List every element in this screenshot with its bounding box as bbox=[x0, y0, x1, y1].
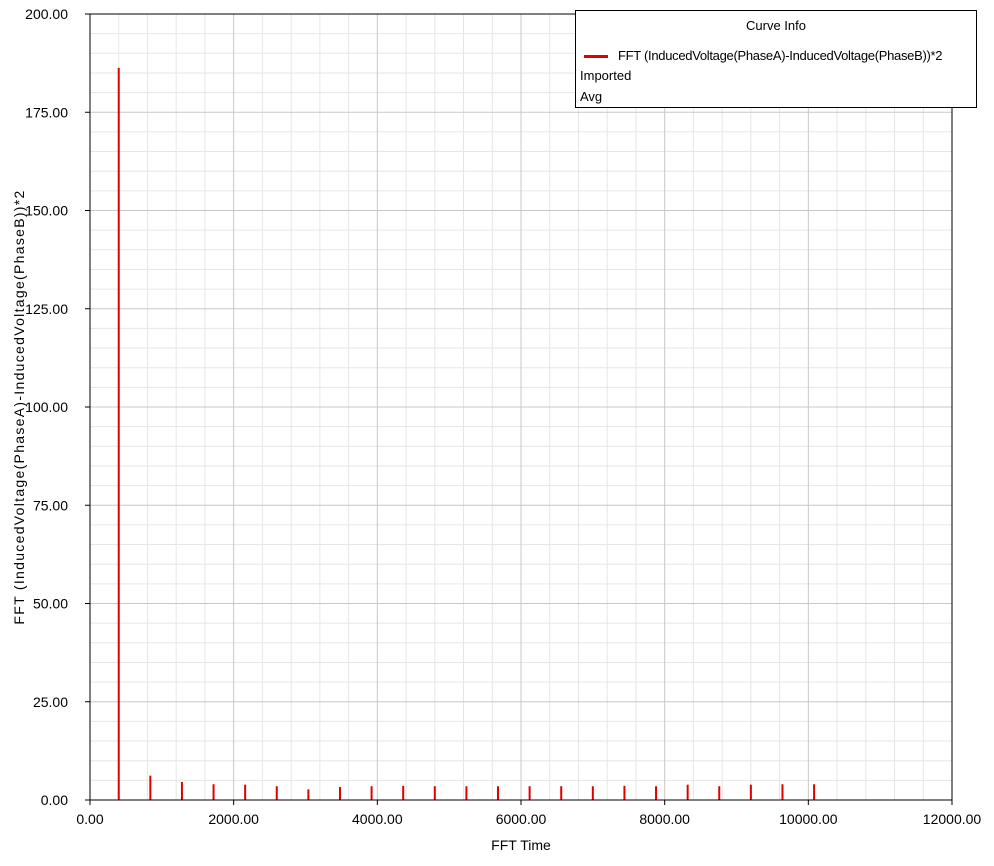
legend-stat-text: Avg bbox=[580, 89, 603, 104]
x-tick-label: 10000.00 bbox=[779, 811, 838, 827]
y-tick-labels: 0.00 25.00 50.00 75.00 100.00 125.00 150.00 175… bbox=[25, 6, 68, 808]
legend-source-text: Imported bbox=[580, 68, 632, 83]
x-tick-label: 8000.00 bbox=[639, 811, 690, 827]
x-axis-label: FFT Time bbox=[491, 837, 551, 853]
chart-root: 0.00 2000.00 4000.00 6000.00 8000.00 10000.00… bbox=[0, 0, 994, 861]
legend-series-name: FFT (InducedVoltage(PhaseA)-InducedVolta… bbox=[618, 48, 943, 63]
x-tick-label: 4000.00 bbox=[352, 811, 403, 827]
y-tick-label: 75.00 bbox=[33, 497, 68, 513]
y-tick-label: 100.00 bbox=[25, 399, 68, 415]
legend-title: Curve Info bbox=[746, 18, 806, 33]
legend-series-swatch bbox=[584, 55, 608, 58]
x-tick-label: 12000.00 bbox=[923, 811, 982, 827]
y-axis-label: FFT (InducedVoltage(PhaseA)-InducedVolta… bbox=[11, 189, 27, 624]
y-tick-label: 25.00 bbox=[33, 694, 68, 710]
x-tick-label: 6000.00 bbox=[496, 811, 547, 827]
fft-chart: 0.00 2000.00 4000.00 6000.00 8000.00 10000.00… bbox=[11, 6, 981, 853]
legend-series-row[interactable]: FFT (InducedVoltage(PhaseA)-InducedVolta… bbox=[576, 47, 976, 65]
x-tick-labels: 0.00 2000.00 4000.00 6000.00 8000.00 10000.00… bbox=[76, 811, 981, 827]
y-tick-label: 0.00 bbox=[41, 792, 68, 808]
y-tick-label: 175.00 bbox=[25, 104, 68, 120]
y-tick-label: 125.00 bbox=[25, 301, 68, 317]
x-tick-label: 2000.00 bbox=[208, 811, 259, 827]
y-tick-label: 150.00 bbox=[25, 203, 68, 219]
y-tick-label: 50.00 bbox=[33, 596, 68, 612]
y-tick-label: 200.00 bbox=[25, 6, 68, 22]
curve-info-legend[interactable]: Curve Info FFT (InducedVoltage(PhaseA)-I… bbox=[575, 10, 977, 108]
x-tick-label: 0.00 bbox=[76, 811, 103, 827]
